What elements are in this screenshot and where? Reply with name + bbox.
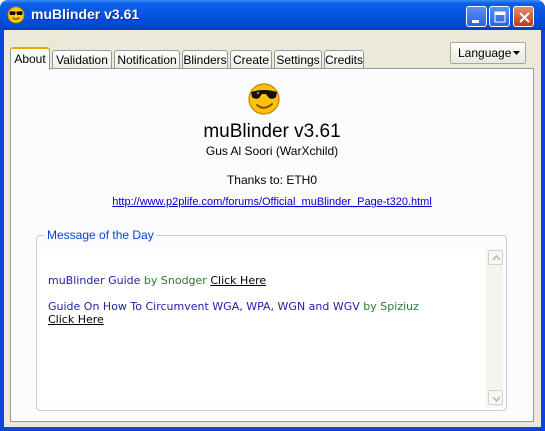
tab-credits[interactable]: Credits: [324, 50, 364, 69]
chevron-down-icon: [513, 51, 520, 55]
click-here-link[interactable]: Click Here: [210, 274, 266, 287]
window-title: muBlinder v3.61: [31, 6, 140, 22]
tab-label: Credits: [325, 53, 364, 67]
client-area: About Validation Notification Blinders C…: [4, 30, 541, 427]
forum-link[interactable]: http://www.p2plife.com/forums/Official_m…: [11, 196, 533, 208]
message-text: muBlinder Guide: [48, 274, 141, 287]
sunglasses-smiley-icon: [7, 6, 25, 24]
message-by: by: [359, 300, 381, 313]
language-label: Language: [458, 46, 512, 60]
tab-validation[interactable]: Validation: [52, 50, 112, 69]
motd-message: muBlinder Guide by Snodger Click Here: [48, 274, 468, 287]
tab-label: Notification: [117, 53, 177, 67]
close-button[interactable]: [513, 6, 534, 27]
about-panel: muBlinder v3.61 Gus Al Soori (WarXchild)…: [10, 68, 534, 422]
scroll-up-button[interactable]: [488, 250, 503, 265]
motd-message: Guide On How To Circumvent WGA, WPA, WGN…: [48, 300, 468, 326]
message-by: by: [140, 274, 161, 287]
close-icon: [519, 12, 530, 23]
tab-notification[interactable]: Notification: [114, 50, 180, 69]
maximize-button[interactable]: [489, 6, 510, 27]
author-text: Gus Al Soori (WarXchild): [205, 144, 339, 158]
tab-label: Settings: [276, 53, 320, 67]
message-author: Spiziuz: [380, 300, 419, 313]
tab-about[interactable]: About: [10, 47, 50, 70]
motd-groupbox: Message of the Day muBlinder Guide by Sn…: [36, 228, 507, 411]
language-dropdown[interactable]: Language: [450, 42, 526, 64]
app-window: muBlinder v3.61 About Validation Notific…: [0, 0, 545, 431]
motd-textbox: muBlinder Guide by Snodger Click Here Gu…: [40, 249, 503, 407]
app-title: muBlinder v3.61: [203, 121, 341, 142]
title-bar[interactable]: muBlinder v3.61: [0, 0, 545, 30]
message-author: Snodger: [160, 274, 207, 287]
thanks-text: Thanks to: ETH0: [226, 173, 318, 187]
tab-label: About: [14, 52, 46, 66]
tab-label: Blinders: [183, 53, 227, 67]
chevron-down-icon: [492, 396, 501, 403]
minimize-button[interactable]: [466, 6, 487, 27]
scroll-down-button[interactable]: [488, 390, 503, 405]
maximize-icon: [494, 11, 506, 23]
tab-label: Create: [232, 53, 270, 67]
vertical-scrollbar[interactable]: [486, 249, 503, 407]
sunglasses-smiley-icon: [248, 83, 280, 115]
click-here-link[interactable]: Click Here: [48, 313, 104, 326]
tab-blinders[interactable]: Blinders: [182, 50, 228, 69]
tab-label: Validation: [56, 53, 108, 67]
tab-create[interactable]: Create: [230, 50, 272, 69]
motd-content: muBlinder Guide by Snodger Click Here Gu…: [48, 274, 468, 339]
tab-settings[interactable]: Settings: [274, 50, 322, 69]
message-text: Guide On How To Circumvent WGA, WPA, WGN…: [48, 300, 360, 313]
chevron-up-icon: [492, 254, 501, 261]
motd-title: Message of the Day: [45, 228, 156, 242]
minimize-icon: [472, 20, 479, 23]
